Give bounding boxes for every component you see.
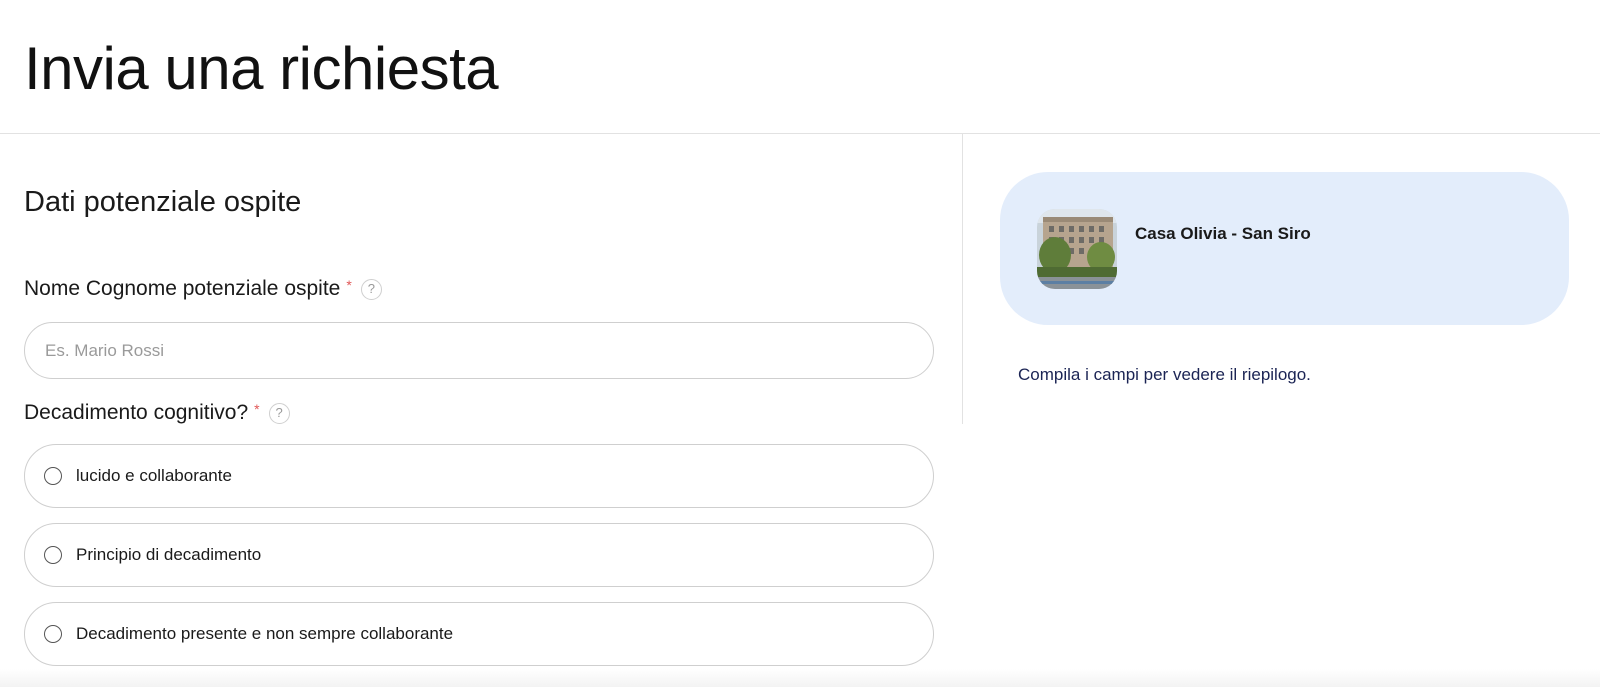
radio-circle-icon[interactable] bbox=[44, 546, 62, 564]
help-icon[interactable]: ? bbox=[360, 278, 382, 300]
cognitive-label-text: Decadimento cognitivo? bbox=[24, 401, 249, 424]
radio-option-label: Decadimento presente e non sempre collab… bbox=[76, 624, 454, 643]
radio-option-lucido[interactable]: lucido e collaborante bbox=[24, 444, 934, 508]
radio-circle-icon[interactable] bbox=[44, 625, 62, 643]
help-icon[interactable]: ? bbox=[268, 402, 290, 424]
required-asterisk: * bbox=[254, 401, 260, 417]
building-photo-icon bbox=[1037, 209, 1117, 289]
cognitive-field-label: Decadimento cognitivo? * ? bbox=[24, 400, 290, 426]
radio-option-decadimento-presente[interactable]: Decadimento presente e non sempre collab… bbox=[24, 602, 934, 666]
radio-option-label: Principio di decadimento bbox=[76, 545, 262, 564]
page-title: Invia una richiesta bbox=[24, 35, 499, 102]
radio-option-principio[interactable]: Principio di decadimento bbox=[24, 523, 934, 587]
page-header: Invia una richiesta bbox=[0, 0, 1600, 134]
property-card: Casa Olivia - San Siro bbox=[1000, 172, 1569, 325]
property-name: Casa Olivia - San Siro bbox=[1135, 224, 1311, 243]
name-field-label: Nome Cognome potenziale ospite * ? bbox=[24, 276, 382, 302]
radio-circle-icon[interactable] bbox=[44, 467, 62, 485]
required-asterisk: * bbox=[346, 277, 352, 293]
radio-option-label: lucido e collaborante bbox=[76, 466, 232, 485]
guest-name-input[interactable] bbox=[24, 322, 934, 379]
summary-hint: Compila i campi per vedere il riepilogo. bbox=[1018, 365, 1311, 384]
name-label-text: Nome Cognome potenziale ospite bbox=[24, 277, 341, 300]
section-title: Dati potenziale ospite bbox=[24, 186, 302, 218]
bottom-shadow bbox=[0, 669, 1600, 687]
column-divider bbox=[962, 134, 963, 424]
